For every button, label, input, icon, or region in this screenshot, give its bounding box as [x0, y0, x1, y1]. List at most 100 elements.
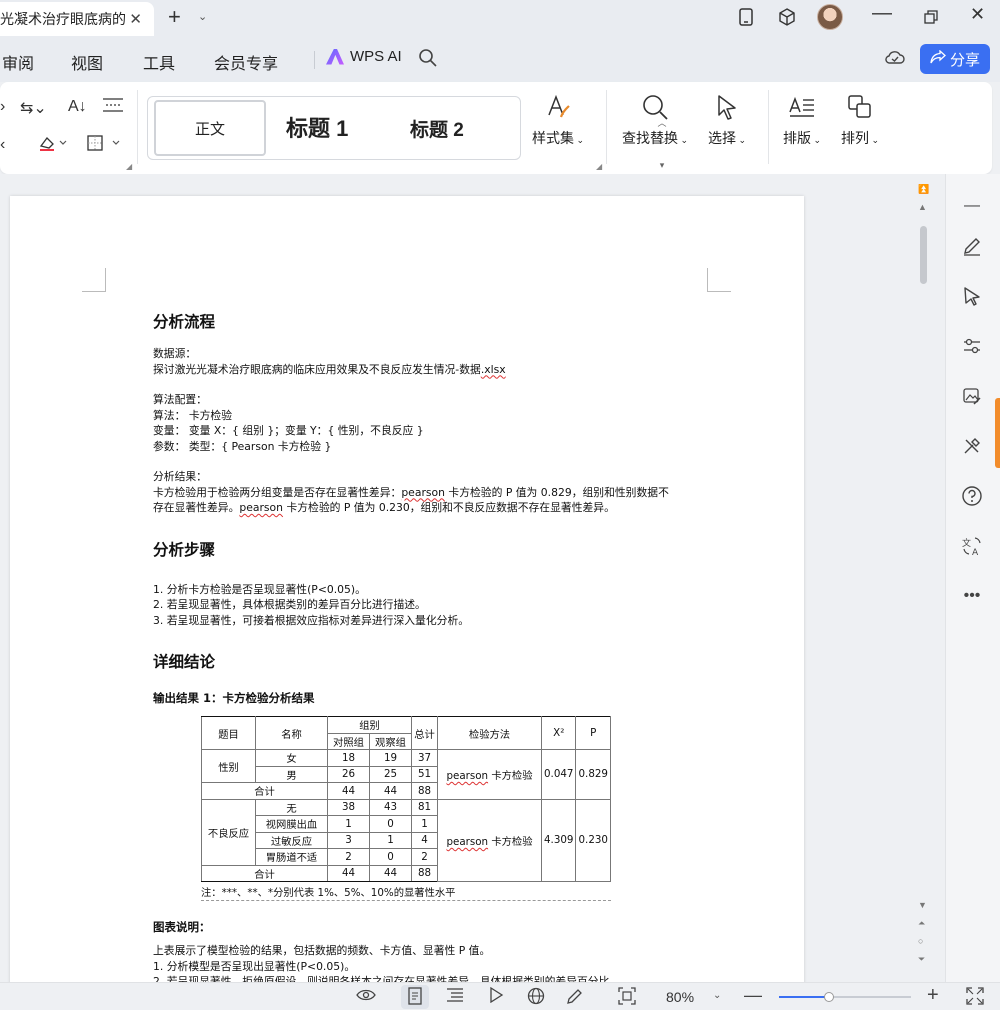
border-icon[interactable]	[86, 134, 122, 157]
table-cell: pearson 卡方检验	[437, 798, 542, 882]
table-header: 对照组	[327, 732, 370, 750]
scroll-up-icon[interactable]: ▲	[918, 202, 927, 212]
restore-icon[interactable]	[920, 6, 942, 28]
next-page-icon[interactable]: ⏷	[918, 954, 925, 965]
document-content[interactable]: 分析流程 数据源： 探讨激光光凝术治疗眼底病的临床应用效果及不良反应发生情况-数…	[153, 310, 673, 982]
close-tab-icon[interactable]: ✕	[129, 10, 142, 28]
eye-icon[interactable]	[356, 987, 376, 1007]
table-cell: 不良反应	[201, 798, 256, 866]
page-margin-mark	[707, 268, 731, 292]
menu-review[interactable]: 审阅	[2, 50, 34, 74]
prev-page-icon[interactable]: ⏶	[918, 918, 925, 929]
search-icon[interactable]	[418, 48, 438, 73]
share-button[interactable]: 分享	[920, 44, 990, 74]
line-spacing-icon[interactable]: ⇆⌄	[20, 98, 47, 118]
style-heading-2[interactable]: 标题 2	[410, 115, 464, 142]
fit-page-icon[interactable]	[618, 987, 636, 1009]
tab-bar: 光凝术治疗眼底病的 ✕ + ⌄ — ✕	[0, 0, 1000, 36]
ribbon-divider	[137, 90, 138, 164]
style-normal[interactable]: 正文	[154, 100, 266, 156]
table-header: 题目	[201, 716, 256, 750]
more-icon[interactable]: •••	[960, 584, 984, 608]
select-button[interactable]: 选择 ⌄	[708, 92, 746, 148]
style-heading-1[interactable]: 标题 1	[286, 111, 348, 143]
translate-icon[interactable]: 文A	[960, 534, 984, 558]
cursor-select-icon[interactable]	[960, 284, 984, 308]
paragraph-fragment-icon[interactable]: ‹	[0, 136, 5, 154]
style-settings-icon[interactable]: ◢	[596, 162, 602, 171]
select-label: 选择	[708, 130, 736, 146]
table-cell: 18	[327, 749, 370, 767]
chi-square-table[interactable]: 题目 名称 组别 总计 检验方法 X² P 对照组 观察组 性别 女 18 19…	[201, 716, 611, 882]
help-icon[interactable]	[960, 484, 984, 508]
layout-button[interactable]: 排版 ⌄	[783, 92, 821, 148]
outline-view-icon[interactable]	[446, 987, 464, 1007]
menu-tools[interactable]: 工具	[143, 50, 175, 74]
scroll-down-icon[interactable]: ▼	[918, 900, 927, 910]
style-gallery: 正文 标题 1 标题 2 ︿ ﹀ ▾	[147, 96, 667, 170]
menu-divider	[314, 51, 315, 69]
play-icon[interactable]	[488, 986, 504, 1007]
chevron-down-icon[interactable]: ⌄	[713, 990, 721, 1001]
image-edit-icon[interactable]	[960, 384, 984, 408]
table-cell: 1	[369, 831, 412, 849]
wps-ai-label: WPS AI	[350, 48, 402, 65]
arrange-button[interactable]: 排列 ⌄	[841, 92, 879, 148]
fullscreen-icon[interactable]	[966, 987, 984, 1009]
caption-line: 1. 分析模型是否呈现出显著性(P<0.05)。	[153, 959, 356, 973]
document-page[interactable]: 分析流程 数据源： 探讨激光光凝术治疗眼底病的临床应用效果及不良反应发生情况-数…	[10, 196, 804, 982]
sort-icon[interactable]: A↓	[68, 98, 87, 116]
table-header: 观察组	[369, 732, 412, 750]
minimize-icon[interactable]: —	[872, 2, 892, 25]
document-tab[interactable]: 光凝术治疗眼底病的 ✕	[0, 2, 154, 36]
vertical-scrollbar[interactable]: ⏫ ▲ ▼ ⏶ ○ ⏷	[916, 180, 932, 975]
result-label: 分析结果：	[153, 470, 207, 483]
ribbon: › ⇆⌄ A↓ ‹ ◢ 正文 标题 1 标题 2 ︿ ﹀ ▾ 样式集 ⌄ ◢ 查…	[0, 82, 992, 174]
table-cell: 37	[411, 749, 438, 767]
zoom-slider[interactable]	[779, 992, 911, 1002]
table-cell: 44	[327, 782, 370, 800]
cloud-sync-icon[interactable]	[884, 48, 906, 71]
table-cell: 81	[411, 798, 438, 816]
indent-fragment-icon[interactable]: ›	[0, 98, 5, 116]
step-item: 1. 分析卡方检验是否呈现显著性(P<0.05)。	[153, 582, 366, 596]
table-cell: 2	[327, 848, 370, 866]
sidebar-edge-tab[interactable]	[995, 398, 1000, 468]
wps-ai-button[interactable]: WPS AI	[326, 48, 402, 65]
column-icon[interactable]	[102, 96, 124, 119]
tablet-icon[interactable]	[735, 6, 757, 28]
shading-icon[interactable]	[38, 134, 68, 157]
adjust-settings-icon[interactable]	[960, 334, 984, 358]
collapse-panel-icon[interactable]: —	[960, 194, 984, 218]
zoom-in-icon[interactable]: +	[927, 984, 939, 1007]
scroll-top-icon[interactable]: ⏫	[918, 184, 929, 195]
zoom-level[interactable]: 80%	[666, 989, 694, 1005]
status-bar: 80% ⌄ — +	[0, 982, 1000, 1010]
table-cell: 1	[411, 815, 438, 833]
menu-member[interactable]: 会员专享	[214, 50, 278, 74]
page-view-icon[interactable]	[407, 987, 423, 1009]
share-label: 分享	[949, 51, 980, 69]
menu-view[interactable]: 视图	[71, 50, 103, 74]
avatar[interactable]	[817, 4, 843, 30]
zoom-slider-knob[interactable]	[824, 992, 835, 1002]
chevron-down-icon[interactable]: ⌄	[198, 10, 207, 23]
close-window-icon[interactable]: ✕	[970, 4, 985, 25]
table-cell: 88	[411, 782, 438, 800]
document-area[interactable]: 分析流程 数据源： 探讨激光光凝术治疗眼底病的临床应用效果及不良反应发生情况-数…	[0, 174, 945, 982]
zoom-out-icon[interactable]: —	[744, 985, 762, 1006]
expand-more-icon[interactable]: ▾	[660, 160, 665, 171]
paragraph-settings-icon[interactable]: ◢	[126, 162, 132, 171]
scrollbar-thumb[interactable]	[920, 226, 927, 284]
pen-icon[interactable]	[960, 234, 984, 258]
new-tab-icon[interactable]: +	[168, 6, 181, 28]
browse-object-icon[interactable]: ○	[918, 936, 923, 946]
cube-icon[interactable]	[776, 6, 798, 28]
tools-icon[interactable]	[960, 434, 984, 458]
find-replace-button[interactable]: 查找替换 ⌄	[622, 92, 688, 148]
style-set-button[interactable]: 样式集 ⌄	[532, 92, 584, 148]
write-mode-icon[interactable]	[566, 987, 584, 1009]
table-cell: 性别	[201, 749, 256, 783]
web-view-icon[interactable]	[527, 987, 545, 1009]
table-cell: 0.829	[575, 749, 611, 800]
